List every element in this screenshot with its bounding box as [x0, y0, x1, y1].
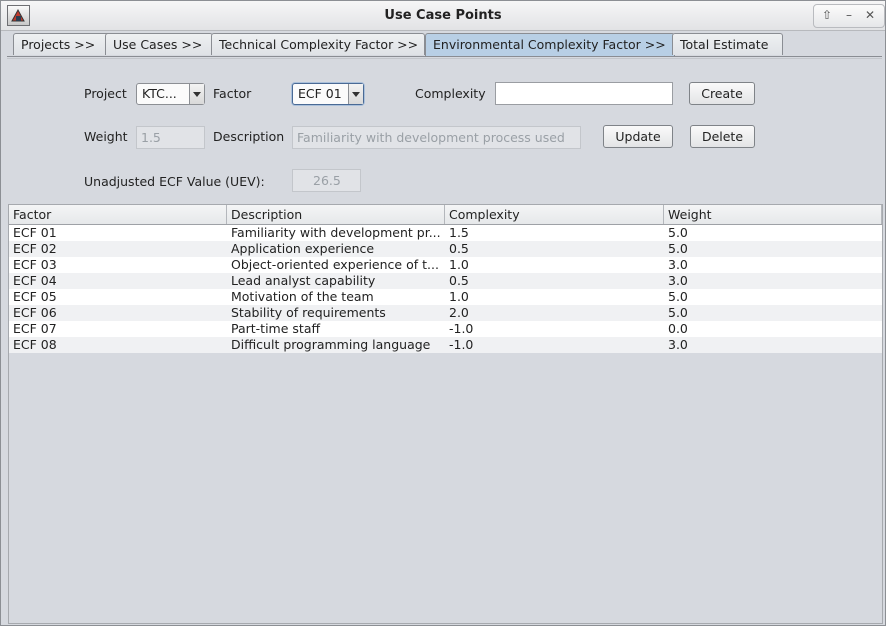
cell-factor: ECF 02	[13, 241, 57, 256]
cell-weight: 5.0	[668, 305, 688, 320]
delete-button[interactable]: Delete	[690, 125, 755, 148]
table-row[interactable]: ECF 06 Stability of requirements 2.0 5.0	[9, 305, 882, 321]
table-row[interactable]: ECF 03 Object-oriented experience of t..…	[9, 257, 882, 273]
factor-select[interactable]: ECF 01	[292, 83, 364, 105]
tab-divider	[7, 56, 882, 57]
cell-complexity: 1.0	[449, 289, 469, 304]
cell-factor: ECF 03	[13, 257, 57, 272]
column-header-description[interactable]: Description	[227, 205, 445, 224]
cell-weight: 5.0	[668, 241, 688, 256]
column-header-weight[interactable]: Weight	[664, 205, 882, 224]
cell-description: Familiarity with development pr...	[231, 225, 441, 240]
weight-field: 1.5	[136, 126, 205, 149]
factor-table[interactable]: Factor Description Complexity Weight ECF…	[8, 204, 883, 624]
cell-description: Application experience	[231, 241, 375, 256]
table-row[interactable]: ECF 08 Difficult programming language -1…	[9, 337, 882, 353]
cell-weight: 3.0	[668, 257, 688, 272]
cell-complexity: -1.0	[449, 337, 474, 352]
project-label: Project	[84, 86, 127, 101]
uev-field: 26.5	[292, 169, 361, 192]
cell-description: Lead analyst capability	[231, 273, 376, 288]
cell-complexity: 1.0	[449, 257, 469, 272]
weight-field-value: 1.5	[141, 130, 161, 145]
cell-weight: 0.0	[668, 321, 688, 336]
tab-projects[interactable]: Projects >>	[13, 33, 113, 55]
cell-complexity: 2.0	[449, 305, 469, 320]
minimize-icon[interactable]: –	[839, 6, 859, 24]
cell-weight: 5.0	[668, 225, 688, 240]
table-row[interactable]: ECF 05 Motivation of the team 1.0 5.0	[9, 289, 882, 305]
tab-environmental-complexity-factor[interactable]: Environmental Complexity Factor >>	[425, 33, 675, 56]
uev-field-value: 26.5	[313, 173, 341, 188]
create-button[interactable]: Create	[689, 82, 755, 105]
cell-description: Stability of requirements	[231, 305, 386, 320]
cell-weight: 5.0	[668, 289, 688, 304]
weight-label: Weight	[84, 129, 128, 144]
cell-weight: 3.0	[668, 337, 688, 352]
cell-complexity: -1.0	[449, 321, 474, 336]
title-bar: Use Case Points ⇧ – ✕	[1, 1, 885, 31]
cell-factor: ECF 05	[13, 289, 57, 304]
chevron-down-icon[interactable]	[189, 84, 204, 104]
factor-label: Factor	[213, 86, 252, 101]
description-field: Familiarity with development process use…	[292, 126, 581, 149]
description-field-value: Familiarity with development process use…	[297, 130, 565, 145]
complexity-input[interactable]	[495, 82, 673, 105]
cell-description: Part-time staff	[231, 321, 321, 336]
cell-factor: ECF 04	[13, 273, 57, 288]
complexity-label: Complexity	[415, 86, 486, 101]
tab-use-cases[interactable]: Use Cases >>	[105, 33, 213, 55]
tab-divider-shadow	[7, 58, 882, 59]
tab-total-estimate[interactable]: Total Estimate	[672, 33, 783, 55]
column-header-complexity[interactable]: Complexity	[445, 205, 664, 224]
update-button[interactable]: Update	[603, 125, 673, 148]
cell-weight: 3.0	[668, 273, 688, 288]
cell-complexity: 1.5	[449, 225, 469, 240]
table-row[interactable]: ECF 02 Application experience 0.5 5.0	[9, 241, 882, 257]
table-header: Factor Description Complexity Weight	[9, 205, 882, 225]
table-row[interactable]: ECF 04 Lead analyst capability 0.5 3.0	[9, 273, 882, 289]
cell-factor: ECF 08	[13, 337, 57, 352]
cell-description: Object-oriented experience of t...	[231, 257, 439, 272]
cell-factor: ECF 07	[13, 321, 57, 336]
project-select-value: KTC...	[142, 86, 177, 101]
tab-technical-complexity-factor[interactable]: Technical Complexity Factor >>	[211, 33, 425, 55]
cell-complexity: 0.5	[449, 273, 469, 288]
uev-label: Unadjusted ECF Value (UEV):	[84, 174, 265, 189]
cell-factor: ECF 06	[13, 305, 57, 320]
close-icon[interactable]: ✕	[860, 6, 880, 24]
factor-select-value: ECF 01	[298, 86, 342, 101]
table-row[interactable]: ECF 07 Part-time staff -1.0 0.0	[9, 321, 882, 337]
maximize-icon[interactable]: ⇧	[817, 6, 837, 24]
app-window: Use Case Points ⇧ – ✕ Projects >> Use Ca…	[0, 0, 886, 626]
cell-description: Difficult programming language	[231, 337, 431, 352]
cell-description: Motivation of the team	[231, 289, 374, 304]
chevron-down-icon[interactable]	[348, 84, 363, 104]
table-row[interactable]: ECF 01 Familiarity with development pr..…	[9, 225, 882, 241]
cell-factor: ECF 01	[13, 225, 57, 240]
window-title: Use Case Points	[384, 8, 502, 23]
project-select[interactable]: KTC...	[136, 83, 205, 105]
description-label: Description	[213, 129, 285, 144]
cell-complexity: 0.5	[449, 241, 469, 256]
column-header-factor[interactable]: Factor	[9, 205, 227, 224]
